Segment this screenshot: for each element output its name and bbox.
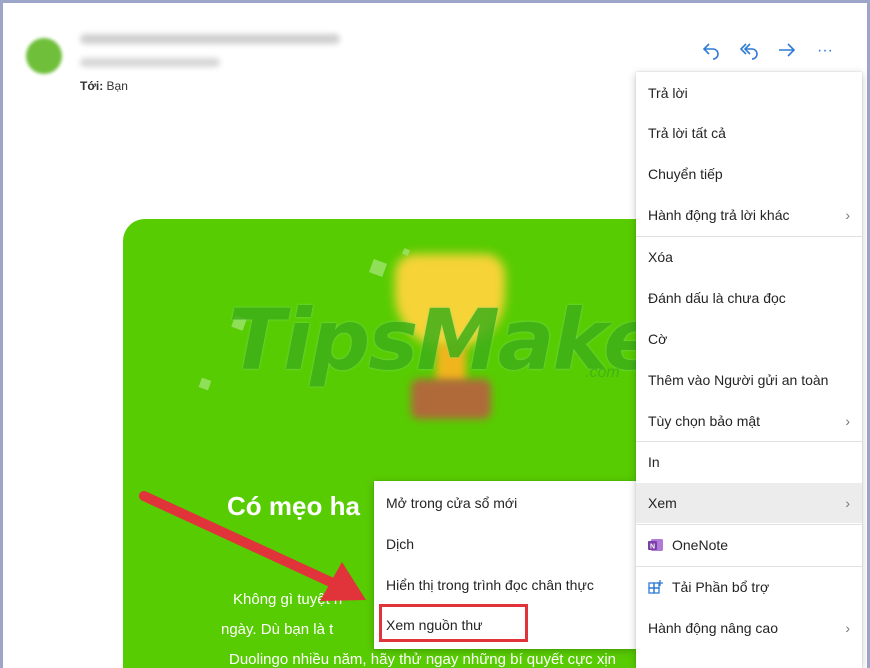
addins-grid-icon — [648, 570, 664, 594]
menu-item-more-reply-actions[interactable]: Hành động trả lời khác › — [636, 195, 862, 235]
onenote-icon: N — [648, 528, 664, 551]
menu-item-label: Mở trong cửa sổ mới — [386, 495, 518, 511]
chevron-right-icon: › — [845, 495, 850, 511]
menu-item-security-options[interactable]: Tùy chọn bảo mật › — [636, 401, 862, 441]
menu-item-immersive-reader[interactable]: Hiển thị trong trình đọc chân thực — [374, 565, 636, 605]
sender-avatar — [26, 38, 62, 74]
menu-item-label: Trả lời — [648, 85, 688, 101]
menu-item-label: Thêm vào Người gửi an toàn — [648, 372, 829, 388]
email-body-line: ngày. Dù bạn là t — [221, 621, 334, 638]
email-body-line: Duolingo nhiều năm, hãy thử ngay những b… — [229, 651, 617, 668]
chevron-right-icon: › — [845, 620, 850, 636]
menu-item-add-safe-sender[interactable]: Thêm vào Người gửi an toàn — [636, 360, 862, 400]
menu-item-get-addins[interactable]: Tải Phần bổ trợ — [636, 567, 862, 607]
sender-name-blurred — [80, 34, 340, 44]
menu-item-print[interactable]: In — [636, 442, 862, 482]
menu-item-reply-all[interactable]: Trả lời tất cả — [636, 113, 862, 153]
more-actions-button[interactable]: ··· — [814, 40, 836, 62]
watermark-suffix: .com — [585, 364, 620, 381]
message-actions: ··· — [700, 40, 836, 62]
menu-item-onenote[interactable]: N OneNote — [636, 525, 862, 565]
more-actions-menu: Trả lời Trả lời tất cả Chuyển tiếp Hành … — [636, 72, 862, 668]
reply-icon[interactable] — [700, 40, 722, 62]
menu-item-label: In — [648, 454, 660, 470]
menu-item-forward[interactable]: Chuyển tiếp — [636, 154, 862, 194]
chevron-right-icon: › — [845, 207, 850, 223]
email-headline: Có mẹo ha — [227, 491, 360, 521]
forward-icon[interactable] — [776, 40, 798, 62]
menu-item-label: Dịch — [386, 536, 415, 552]
menu-item-label: Xóa — [648, 249, 673, 265]
menu-item-label: Cờ — [648, 331, 668, 347]
sender-date-blurred — [80, 58, 220, 67]
menu-item-advanced-actions[interactable]: Hành động nâng cao › — [636, 608, 862, 648]
menu-item-label: Tùy chọn bảo mật — [648, 413, 761, 429]
reply-all-icon[interactable] — [738, 40, 760, 62]
menu-item-flag[interactable]: Cờ — [636, 319, 862, 359]
menu-item-delete[interactable]: Xóa — [636, 237, 862, 277]
annotation-highlight-box — [379, 604, 528, 642]
recipient-line: Tới: Bạn — [80, 79, 128, 93]
menu-item-label: Hành động nâng cao — [648, 620, 778, 636]
menu-item-mark-unread[interactable]: Đánh dấu là chưa đọc — [636, 278, 862, 318]
sparkle-decoration — [198, 377, 212, 391]
menu-item-label: Trả lời tất cả — [648, 125, 726, 141]
menu-item-label: Chuyển tiếp — [648, 166, 723, 182]
menu-item-reply[interactable]: Trả lời — [636, 73, 862, 113]
menu-item-label: Hiển thị trong trình đọc chân thực — [386, 577, 594, 593]
menu-item-view[interactable]: Xem › — [636, 483, 862, 523]
chevron-right-icon: › — [845, 413, 850, 429]
menu-item-label: Đánh dấu là chưa đọc — [648, 290, 786, 306]
menu-item-open-new-window[interactable]: Mở trong cửa sổ mới — [374, 483, 636, 523]
menu-item-label: Hành động trả lời khác — [648, 207, 790, 223]
to-label: Tới: — [80, 79, 104, 93]
sparkle-decoration — [369, 259, 387, 277]
menu-item-label: Xem — [648, 495, 677, 511]
to-value: Bạn — [106, 79, 128, 93]
email-body-line: Không gì tuyệt h — [233, 591, 343, 608]
menu-item-label: Tải Phần bổ trợ — [672, 579, 770, 595]
menu-item-translate[interactable]: Dịch — [374, 524, 636, 564]
svg-text:N: N — [650, 544, 655, 551]
menu-item-label: OneNote — [672, 537, 729, 553]
